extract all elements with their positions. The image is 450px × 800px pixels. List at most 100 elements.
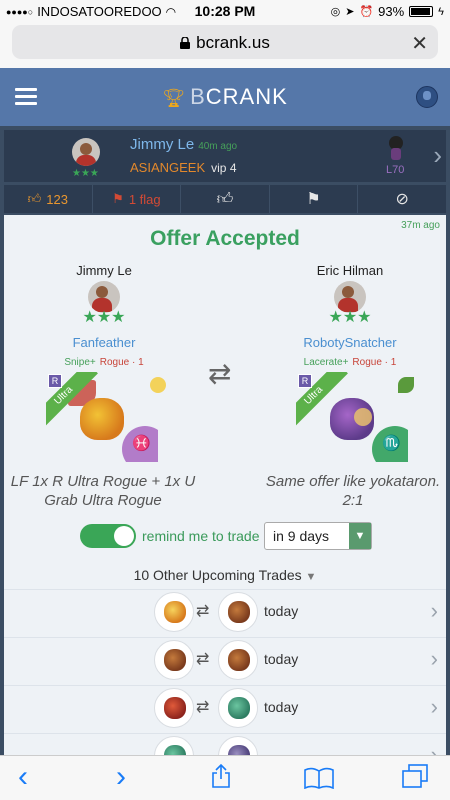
pet-thumbnail [218,640,258,680]
remind-interval-select[interactable]: in 9 days ▼ [264,522,372,550]
chevron-down-icon: ▼ [349,523,371,549]
block-icon: ⊘ [395,191,409,208]
upcoming-title-text: 10 Other Upcoming Trades [133,567,302,583]
back-icon[interactable]: ‹ [18,760,28,794]
right-trader-name[interactable]: Eric Hilman [270,263,430,278]
light-element-icon [150,377,166,393]
swap-arrows-icon: ⇄ [208,358,232,389]
clear-url-icon[interactable]: ✕ [411,31,428,56]
left-pet-name[interactable]: Fanfeather [24,335,184,350]
thumbs-up-icon: 👍︎ [27,191,42,206]
chevron-right-icon: › [430,598,438,623]
chevron-right-icon: › [430,646,438,671]
upcoming-trades-toggle[interactable]: 10 Other Upcoming Trades ▼ [4,567,446,583]
logo-rest: CRANK [205,84,288,109]
battery-percent: 93% [378,4,405,19]
thumbs-up-icon: 👍︎ [216,190,234,208]
list-item[interactable]: › [4,733,446,755]
player-level: L70 [386,164,405,176]
url-text: bcrank.us [196,33,270,52]
pet-thumbnail [154,688,194,728]
rank-badge: R [48,374,62,388]
right-pet-tags: Lacerate+ Rogue · 1 [270,357,430,368]
pet-claw [354,408,372,426]
address-bar[interactable]: bcrank.us ✕ [12,25,438,59]
swap-icon: ⇄ [196,651,210,668]
left-trader-stars: ★★★ [82,309,126,326]
swap-icon: ⇄ [196,699,210,716]
pet-skill: Snipe+ [64,357,96,368]
zodiac-glyph: ♏ [382,435,401,452]
right-trader-stars: ★★★ [328,309,372,326]
block-button[interactable]: ⊘ [358,185,446,213]
pisces-icon: ♓ [122,426,158,462]
status-icons: ◎ ➤ ⏰ 93% ϟ [331,4,444,19]
character-icon [385,136,407,162]
swap-icon: ⇄ [196,603,210,620]
team-name[interactable]: ASIANGEEK [130,160,205,175]
report-button[interactable]: ⚑ [270,185,359,213]
user-stars: ★★★ [72,168,99,179]
site-header: 🏆︎ BCRANK [0,68,450,126]
remind-label: remind me to trade [142,528,260,544]
vip-level: vip 4 [211,161,237,175]
offer-card: 37m ago Offer Accepted Jimmy Le Eric Hil… [4,215,446,755]
user-name-text: Jimmy Le [130,136,195,153]
right-offer-description: Same offer like yokataron. 2:1 [265,473,441,509]
chevron-right-icon: › [430,742,438,755]
offer-status-title: Offer Accepted [150,227,300,250]
forward-icon[interactable]: › [116,760,126,794]
list-item[interactable]: ⇄ today › [4,637,446,681]
globe-icon[interactable] [416,86,438,108]
pet-body [80,398,124,440]
post-user-name[interactable]: Jimmy Le 40m ago [130,136,237,153]
ios-status-bar: ●●●●○ INDOSATOOREDOO ◠ 10:28 PM ◎ ➤ ⏰ 93… [0,0,450,22]
battery-icon [409,6,434,17]
chevron-right-icon[interactable]: › [433,140,442,171]
avatar[interactable] [72,138,100,166]
likes-count: 123 [46,191,68,207]
remind-row: remind me to trade in 9 days ▼ [4,521,446,551]
left-pet-image[interactable]: Ultra R ♓ [46,372,158,462]
site-logo[interactable]: 🏆︎ BCRANK [0,84,450,110]
remind-toggle[interactable] [80,524,136,548]
lock-icon [180,37,191,49]
post-action-bar: 👍︎ 123 ⚑ 1 flag 👍︎ ⚑ ⊘ [4,185,446,213]
chevron-right-icon: › [430,694,438,719]
pet-role: Rogue · 1 [99,357,144,368]
right-pet-image[interactable]: Ultra R ♏ [296,372,408,462]
list-item[interactable]: ⇄ today › [4,589,446,633]
caret-down-icon: ▼ [305,571,317,583]
left-trader-name[interactable]: Jimmy Le [24,263,184,278]
alarm-icon: ⏰ [359,6,374,18]
like-button[interactable]: 👍︎ [181,185,270,213]
trade-when: today [264,651,299,667]
likes-button[interactable]: 👍︎ 123 [4,185,93,213]
share-icon[interactable] [210,764,232,788]
flag-icon: ⚑ [112,191,124,206]
pet-thumbnail [154,640,194,680]
flag-icon: ⚑ [306,191,321,208]
team-row: ASIANGEEK vip 4 [130,160,237,175]
bookmarks-icon[interactable] [304,767,334,789]
post-header[interactable]: ★★★ Jimmy Le 40m ago ASIANGEEK vip 4 L70 › [4,130,446,182]
tabs-icon[interactable] [402,764,428,788]
pet-thumbnail [218,736,258,755]
list-item[interactable]: ⇄ today › [4,685,446,729]
zodiac-glyph: ♓ [132,435,151,452]
address-text-wrap: bcrank.us [12,33,438,53]
flags-button[interactable]: ⚑ 1 flag [93,185,182,213]
leaf-element-icon [398,377,414,393]
trade-when: today [264,699,299,715]
post-time: 40m ago [198,141,238,152]
left-pet-tags: Snipe+ Rogue · 1 [24,357,184,368]
trophy-icon: 🏆︎ [162,88,187,108]
pet-thumbnail [154,736,194,755]
right-pet-name[interactable]: RobotySnatcher [270,335,430,350]
browser-address-area: bcrank.us ✕ [0,22,450,68]
flags-count: 1 flag [128,191,161,207]
pet-thumbnail [218,688,258,728]
selected-interval: in 9 days [273,528,330,544]
pet-skill: Lacerate+ [303,357,349,368]
left-offer-description: LF 1x R Ultra Rogue + 1x U Grab Ultra Ro… [10,473,196,509]
